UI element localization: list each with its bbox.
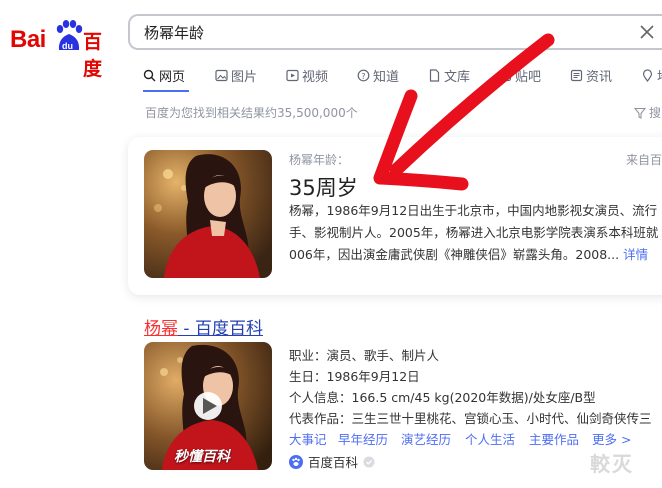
red-arrow-annotation bbox=[373, 33, 555, 191]
watermark: 較灭 bbox=[590, 452, 634, 476]
